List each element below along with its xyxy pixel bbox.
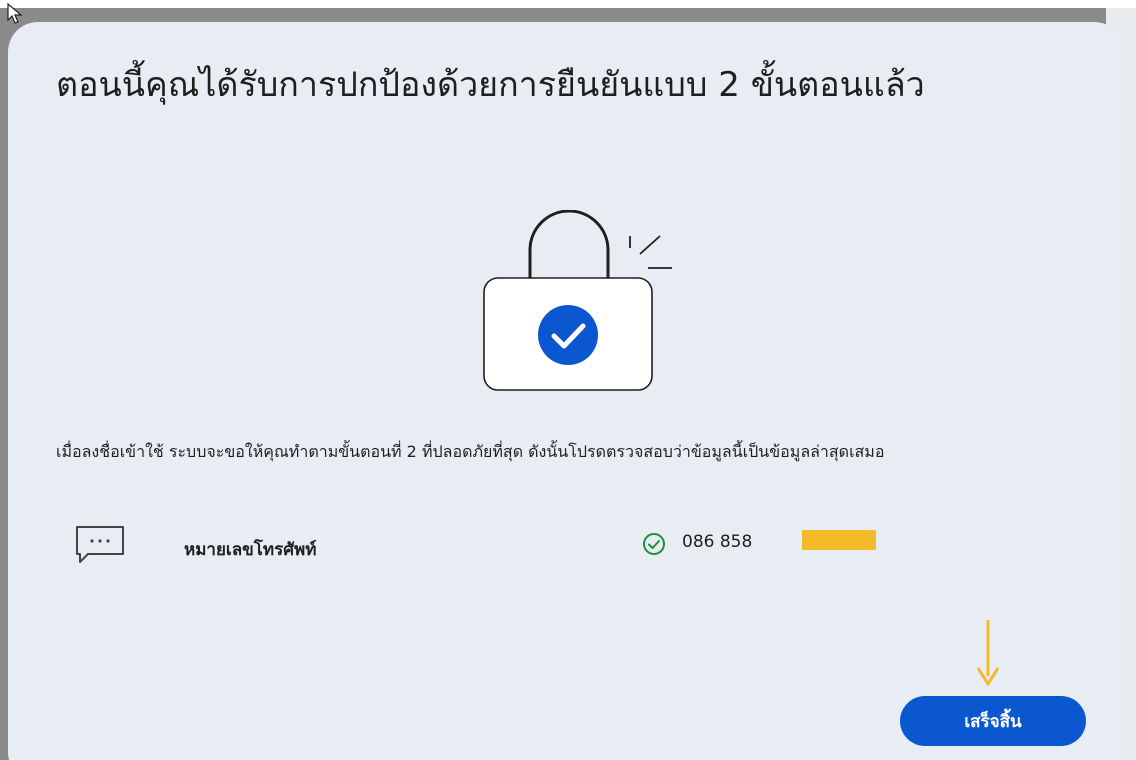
done-button[interactable]: เสร็จสิ้น <box>900 696 1086 746</box>
check-circle-icon <box>643 533 665 555</box>
phone-number-value: 086 858 <box>682 532 753 552</box>
two-step-verification-dialog: ตอนนี้คุณได้รับการปกป้องด้วยการยืนยันแบบ… <box>8 22 1124 760</box>
dialog-description: เมื่อลงชื่อเข้าใช้ ระบบจะขอให้คุณทำตามขั… <box>56 442 885 461</box>
verification-method-row[interactable]: หมายเลขโทรศัพท์ 086 858 <box>68 522 968 572</box>
phone-number-label: หมายเลขโทรศัพท์ <box>184 540 317 560</box>
redaction-block <box>802 530 876 550</box>
arrow-down-icon <box>976 620 1000 686</box>
padlock-check-icon <box>483 209 672 391</box>
mouse-cursor-icon <box>7 2 23 24</box>
top-strip <box>0 0 1136 8</box>
sms-icon <box>76 526 124 563</box>
lock-illustration <box>480 209 680 400</box>
dialog-title: ตอนนี้คุณได้รับการปกป้องด้วยการยืนยันแบบ… <box>56 65 925 105</box>
